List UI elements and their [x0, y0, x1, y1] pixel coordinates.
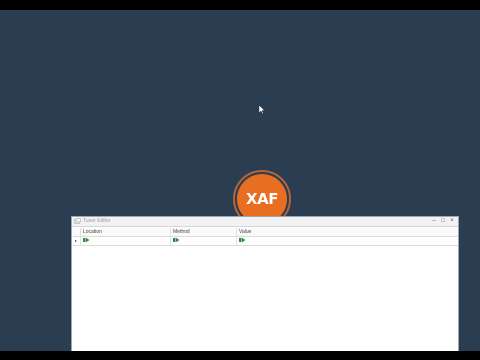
green-editor-icon	[83, 237, 90, 243]
window-title: Tuner Editor	[83, 218, 111, 224]
screen: XAF Tuner Editor – □ × Location Method V…	[0, 0, 480, 360]
grid-header-row: Location Method Value	[73, 228, 458, 237]
minimize-button[interactable]: –	[430, 218, 438, 225]
desktop: XAF Tuner Editor – □ × Location Method V…	[0, 10, 480, 351]
location-cell[interactable]	[80, 237, 170, 245]
mouse-pointer-icon	[259, 105, 265, 114]
tuner-editor-window[interactable]: Tuner Editor – □ × Location Method Value…	[71, 216, 459, 351]
value-cell[interactable]	[236, 237, 458, 245]
new-row-indicator-icon: ▸	[75, 238, 78, 243]
column-header-value[interactable]: Value	[236, 228, 458, 236]
method-cell[interactable]	[170, 237, 236, 245]
tuner-grid[interactable]: Location Method Value ▸	[73, 228, 458, 246]
column-header-method[interactable]: Method	[170, 228, 236, 236]
close-button[interactable]: ×	[448, 218, 456, 225]
column-header-location[interactable]: Location	[80, 228, 170, 236]
new-item-row[interactable]: ▸	[73, 237, 458, 246]
row-indicator-header	[73, 228, 80, 236]
window-app-icon	[74, 218, 81, 224]
window-controls: – □ ×	[430, 218, 456, 225]
green-editor-icon	[239, 237, 246, 243]
title-bar[interactable]: Tuner Editor – □ ×	[72, 217, 458, 227]
maximize-button[interactable]: □	[439, 218, 447, 225]
green-editor-icon	[173, 237, 180, 243]
